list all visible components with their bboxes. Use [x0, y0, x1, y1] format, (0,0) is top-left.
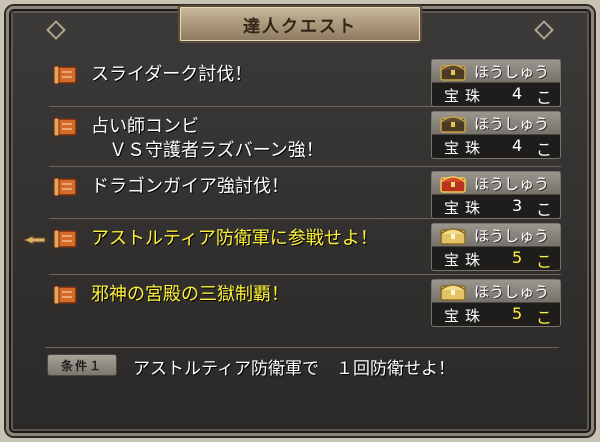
- quest-row[interactable]: 邪神の宮殿の三獄制覇！ ほうしゅう 宝珠 5 こ: [49, 275, 561, 331]
- quest-scroll-icon: [53, 65, 77, 85]
- quest-scroll-icon: [53, 285, 77, 305]
- reward-unit: こ: [536, 200, 553, 219]
- quest-scroll-icon: [53, 117, 77, 137]
- reward-count: 4: [512, 84, 523, 103]
- dark-chest-icon: [440, 116, 466, 133]
- quest-scroll-icon: [53, 229, 77, 249]
- window-title: 達人クエスト: [243, 16, 357, 37]
- reward-count: 3: [512, 196, 523, 215]
- title-ornament-left-icon: [46, 20, 66, 40]
- quest-name: ドラゴンガイア強討伐！: [91, 176, 289, 197]
- quest-scroll-icon: [53, 177, 77, 197]
- reward-box: ほうしゅう 宝珠 5 こ: [431, 223, 561, 271]
- reward-label: ほうしゅう: [474, 227, 550, 245]
- quest-row[interactable]: ドラゴンガイア強討伐！ ほうしゅう 宝珠 3 こ: [49, 167, 561, 219]
- reward-box: ほうしゅう 宝珠 4 こ: [431, 59, 561, 107]
- reward-unit: こ: [536, 308, 553, 327]
- quest-condition: 条件１ アストルティア防衛軍で １回防衛せよ！: [45, 347, 559, 426]
- quest-name: アストルティア防衛軍に参戦せよ！: [91, 228, 378, 249]
- reward-label: ほうしゅう: [474, 63, 550, 81]
- reward-label: ほうしゅう: [474, 115, 550, 133]
- reward-label: ほうしゅう: [474, 175, 550, 193]
- dark-chest-icon: [440, 64, 466, 81]
- reward-unit: こ: [536, 140, 553, 159]
- quest-name: スライダーク討伐！: [91, 64, 253, 85]
- red-chest-icon: [440, 176, 466, 193]
- condition-text: アストルティア防衛軍で １回防衛せよ！: [133, 359, 455, 379]
- reward-item: 宝珠: [444, 139, 487, 157]
- quest-name: 邪神の宮殿の三獄制覇！: [91, 284, 289, 305]
- reward-unit: こ: [536, 88, 553, 107]
- gold-chest-icon: [440, 284, 466, 301]
- quest-window: 達人クエスト スライダーク討伐！ ほうしゅう 宝珠 4 こ 占い師コンビ ＶＳ守…: [6, 5, 594, 436]
- reward-unit: こ: [536, 252, 553, 271]
- quest-row[interactable]: 占い師コンビ ＶＳ守護者ラズバーン強！ ほうしゅう 宝珠 4 こ: [49, 107, 561, 167]
- reward-box: ほうしゅう 宝珠 5 こ: [431, 279, 561, 327]
- reward-item: 宝珠: [444, 251, 487, 269]
- reward-item: 宝珠: [444, 307, 487, 325]
- reward-count: 5: [512, 248, 523, 267]
- quest-row[interactable]: スライダーク討伐！ ほうしゅう 宝珠 4 こ: [49, 55, 561, 107]
- condition-badge: 条件１: [47, 354, 117, 376]
- reward-box: ほうしゅう 宝珠 4 こ: [431, 111, 561, 159]
- reward-box: ほうしゅう 宝珠 3 こ: [431, 171, 561, 219]
- quest-name: 占い師コンビ ＶＳ守護者ラズバーン強！: [91, 116, 324, 161]
- reward-count: 5: [512, 304, 523, 323]
- reward-count: 4: [512, 136, 523, 155]
- reward-label: ほうしゅう: [474, 283, 550, 301]
- reward-item: 宝珠: [444, 199, 487, 217]
- quest-list: スライダーク討伐！ ほうしゅう 宝珠 4 こ 占い師コンビ ＶＳ守護者ラズバーン…: [23, 55, 561, 331]
- quest-row-selected[interactable]: アストルティア防衛軍に参戦せよ！ ほうしゅう 宝珠 5 こ: [23, 219, 561, 275]
- title-ornament-right-icon: [534, 20, 554, 40]
- selection-cursor-icon: [23, 235, 46, 245]
- gold-chest-icon: [440, 228, 466, 245]
- reward-item: 宝珠: [444, 87, 487, 105]
- window-title-bar: 達人クエスト: [178, 5, 422, 43]
